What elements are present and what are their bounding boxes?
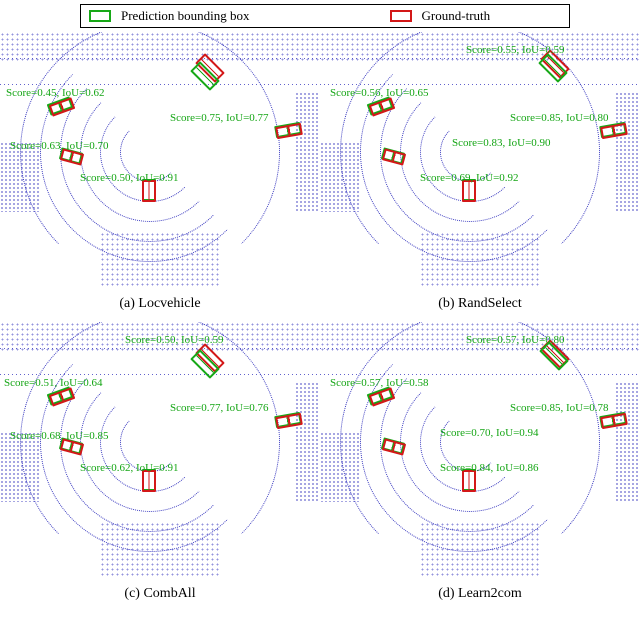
lidar-scene: Score=0.57, IoU=0.80 Score=0.57, IoU=0.5… <box>320 322 640 577</box>
annotation-label: Score=0.50, IoU=0.91 <box>80 172 179 184</box>
annotation-label: Score=0.56, IoU=0.65 <box>330 87 429 99</box>
annotation-label: Score=0.83, IoU=0.90 <box>452 137 551 149</box>
annotation-label: Score=0.51, IoU=0.64 <box>4 377 103 389</box>
annotation-label: Score=0.68, IoU=0.85 <box>10 430 109 442</box>
annotation-label: Score=0.57, IoU=0.80 <box>466 334 565 346</box>
figure-legend: Prediction bounding box Ground-truth <box>80 4 570 28</box>
panel-randselect: Score=0.55, IoU=0.59 Score=0.56, IoU=0.6… <box>320 32 640 322</box>
panel-caption: (c) CombAll <box>0 586 320 602</box>
panel-caption: (d) Learn2com <box>320 586 640 602</box>
pred-swatch-icon <box>89 10 111 22</box>
lidar-points-icon <box>320 322 640 577</box>
annotation-label: Score=0.75, IoU=0.77 <box>170 112 269 124</box>
legend-pred-label: Prediction bounding box <box>121 8 250 24</box>
annotation-label: Score=0.70, IoU=0.94 <box>440 427 539 439</box>
annotation-label: Score=0.45, IoU=0.62 <box>6 87 105 99</box>
annotation-label: Score=0.85, IoU=0.80 <box>510 112 609 124</box>
lidar-points-icon <box>320 32 640 287</box>
gt-swatch-icon <box>390 10 412 22</box>
legend-gt-label: Ground-truth <box>422 8 491 24</box>
lidar-points-icon <box>0 32 320 287</box>
figure-grid: Score=0.45, IoU=0.62 Score=0.75, IoU=0.7… <box>0 32 640 612</box>
annotation-label: Score=0.50, IoU=0.59 <box>125 334 224 346</box>
panel-caption: (b) RandSelect <box>320 296 640 312</box>
lidar-points-icon <box>0 322 320 577</box>
annotation-label: Score=0.57, IoU=0.58 <box>330 377 429 389</box>
panel-locvehicle: Score=0.45, IoU=0.62 Score=0.75, IoU=0.7… <box>0 32 320 322</box>
annotation-label: Score=0.63, IoU=0.70 <box>10 140 109 152</box>
annotation-label: Score=0.84, IoU=0.86 <box>440 462 539 474</box>
lidar-scene: Score=0.55, IoU=0.59 Score=0.56, IoU=0.6… <box>320 32 640 287</box>
panel-learn2com: Score=0.57, IoU=0.80 Score=0.57, IoU=0.5… <box>320 322 640 612</box>
annotation-label: Score=0.62, IoU=0.91 <box>80 462 179 474</box>
annotation-label: Score=0.69, IoU=0.92 <box>420 172 519 184</box>
panel-comball: Score=0.50, IoU=0.59 Score=0.51, IoU=0.6… <box>0 322 320 612</box>
panel-caption: (a) Locvehicle <box>0 296 320 312</box>
annotation-label: Score=0.55, IoU=0.59 <box>466 44 565 56</box>
annotation-label: Score=0.85, IoU=0.78 <box>510 402 609 414</box>
lidar-scene: Score=0.50, IoU=0.59 Score=0.51, IoU=0.6… <box>0 322 320 577</box>
annotation-label: Score=0.77, IoU=0.76 <box>170 402 269 414</box>
lidar-scene: Score=0.45, IoU=0.62 Score=0.75, IoU=0.7… <box>0 32 320 287</box>
